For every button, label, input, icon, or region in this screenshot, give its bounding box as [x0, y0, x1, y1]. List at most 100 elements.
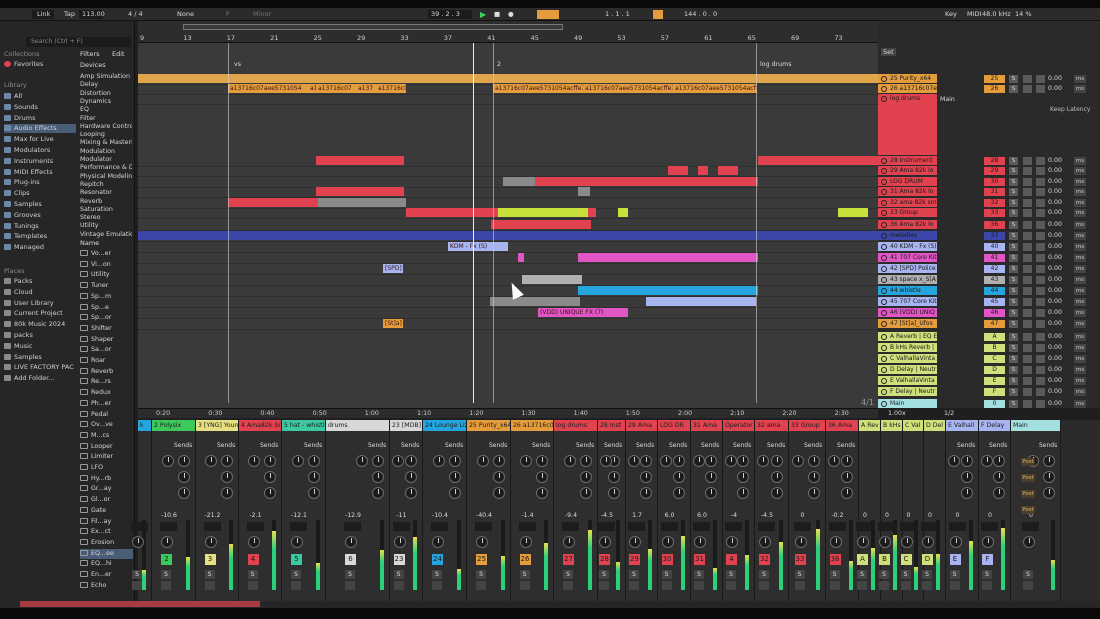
delay-unit[interactable]: ms — [1074, 232, 1086, 240]
send-knob[interactable] — [520, 455, 532, 467]
pan-knob[interactable] — [900, 536, 913, 548]
arm-button[interactable] — [1023, 188, 1032, 196]
send-knob[interactable] — [264, 487, 276, 499]
monitor-button[interactable] — [1036, 232, 1045, 240]
device-list-item[interactable]: M...cs — [80, 431, 133, 441]
track-row[interactable]: 42 [SPD] Police 42 S 0.00 ms — [878, 264, 1100, 274]
solo-button[interactable]: S — [1009, 75, 1018, 83]
track-row[interactable]: 31 Ama 82k lo 31 S 0.00 ms — [878, 187, 1100, 197]
send-knob[interactable] — [673, 455, 685, 467]
send-knob[interactable] — [205, 455, 217, 467]
solo-button[interactable]: S — [291, 570, 301, 579]
track-activator-icon[interactable] — [881, 321, 887, 327]
send-knob[interactable] — [841, 471, 853, 483]
arm-button[interactable] — [1023, 199, 1032, 207]
solo-button[interactable]: S — [1009, 221, 1018, 229]
channel-number[interactable]: A — [857, 554, 868, 565]
place-item-live-factory-pac[interactable]: LIVE FACTORY PAC — [4, 363, 76, 372]
solo-button[interactable]: S — [1009, 167, 1018, 175]
solo-button[interactable]: S — [1009, 232, 1018, 240]
arm-button[interactable] — [1023, 232, 1032, 240]
send-knob[interactable] — [993, 455, 1005, 467]
track-row[interactable]: A Reverb | EQ Ei A S 0.00 ms — [878, 332, 1100, 342]
channel-number[interactable]: 28 — [599, 554, 610, 565]
send-knob[interactable] — [673, 471, 685, 483]
track-name[interactable]: F Delay | Neutr — [878, 387, 937, 397]
tempo-field[interactable]: 113.00 — [82, 10, 105, 19]
channel-title[interactable]: 23 [MDB] — [390, 420, 422, 431]
pan-knob[interactable] — [519, 536, 532, 548]
arm-button[interactable] — [345, 581, 355, 590]
arm-button[interactable] — [1023, 388, 1032, 396]
send-knob[interactable] — [771, 471, 783, 483]
channel-number[interactable]: 29 — [629, 554, 640, 565]
search-input[interactable]: Search (Ctrl + F) — [26, 37, 131, 47]
channel-title[interactable]: 4 Ama82k Sna — [239, 420, 281, 431]
channel-title[interactable]: A Rev — [859, 420, 880, 431]
volume-box[interactable] — [725, 522, 742, 531]
scale-menu[interactable]: Minor — [253, 10, 271, 19]
post-button[interactable]: Post — [1021, 474, 1035, 482]
library-item-drums[interactable]: Drums — [4, 114, 76, 123]
track-name[interactable]: 40 KDM - Fx (S) — [878, 242, 937, 252]
solo-button[interactable]: S — [161, 570, 171, 579]
arm-button[interactable] — [1023, 400, 1032, 408]
volume-box[interactable] — [981, 522, 998, 531]
arrangement-clip[interactable] — [316, 156, 404, 165]
send-knob[interactable] — [264, 471, 276, 483]
arrangement-clip[interactable] — [698, 166, 708, 175]
pan-knob[interactable] — [794, 536, 807, 548]
device-list-item[interactable]: Gr...ay — [80, 484, 133, 494]
device-list-item[interactable]: Reverb — [80, 367, 133, 377]
arm-button[interactable] — [1023, 333, 1032, 341]
channel-number[interactable]: 3 — [204, 554, 216, 565]
channel-title[interactable]: drums — [326, 420, 389, 431]
track-row[interactable]: 41 707 Core Kit 41 S 0.00 ms — [878, 253, 1100, 263]
track-row[interactable]: 40 KDM - Fx (S) 40 S 0.00 ms — [878, 242, 1100, 252]
send-knob[interactable] — [162, 455, 174, 467]
send-knob[interactable] — [808, 455, 820, 467]
place-item-add-folder-[interactable]: Add Folder... — [4, 374, 76, 383]
track-name[interactable]: LOG DRUM — [878, 177, 937, 187]
arm-button[interactable] — [629, 581, 639, 590]
volume-box[interactable] — [660, 522, 678, 531]
send-knob[interactable] — [961, 455, 973, 467]
send-knob[interactable] — [828, 455, 840, 467]
send-knob[interactable] — [580, 455, 592, 467]
device-list-item[interactable]: Sa...or — [80, 345, 133, 355]
solo-button[interactable]: S — [1009, 178, 1018, 186]
delay-unit[interactable]: ms — [1074, 188, 1086, 196]
channel-number[interactable]: 4 — [726, 554, 737, 565]
pan-knob[interactable] — [291, 536, 303, 548]
place-item-user-library[interactable]: User Library — [4, 299, 76, 308]
send-knob[interactable] — [356, 455, 368, 467]
arrangement-clip[interactable] — [318, 198, 406, 207]
arm-button[interactable] — [982, 581, 992, 590]
solo-button[interactable]: S — [1009, 377, 1018, 385]
track-name[interactable]: 44 whistle — [878, 286, 937, 296]
send-knob[interactable] — [660, 455, 672, 467]
solo-button[interactable]: S — [1009, 320, 1018, 328]
send-knob[interactable] — [948, 455, 960, 467]
library-item-all[interactable]: All — [4, 92, 76, 101]
pan-knob[interactable] — [694, 536, 706, 548]
pan-knob[interactable] — [132, 536, 144, 548]
device-list-item[interactable]: Ph...er — [80, 399, 133, 409]
send-knob[interactable] — [405, 487, 417, 499]
solo-button[interactable]: S — [1009, 209, 1018, 217]
channel-title[interactable]: 5 hat - whistl — [282, 420, 325, 431]
arm-button[interactable] — [1023, 243, 1032, 251]
pan-knob[interactable] — [629, 536, 641, 548]
track-row[interactable]: 46 (VDD) UNIQ 46 S 0.00 ms — [878, 308, 1100, 318]
overview-strip[interactable] — [183, 24, 563, 30]
solo-button[interactable]: S — [519, 570, 530, 579]
arm-button[interactable] — [563, 581, 573, 590]
track-name[interactable]: 42 [SPD] Police — [878, 264, 937, 274]
arrangement-clip[interactable] — [490, 297, 580, 306]
channel-number[interactable]: 6 — [345, 554, 356, 565]
monitor-button[interactable] — [1036, 344, 1045, 352]
track-activator-icon[interactable] — [881, 233, 887, 239]
track-activator-icon[interactable] — [881, 299, 887, 305]
arm-button[interactable] — [900, 581, 911, 590]
device-list-item[interactable]: Gate — [80, 506, 133, 516]
